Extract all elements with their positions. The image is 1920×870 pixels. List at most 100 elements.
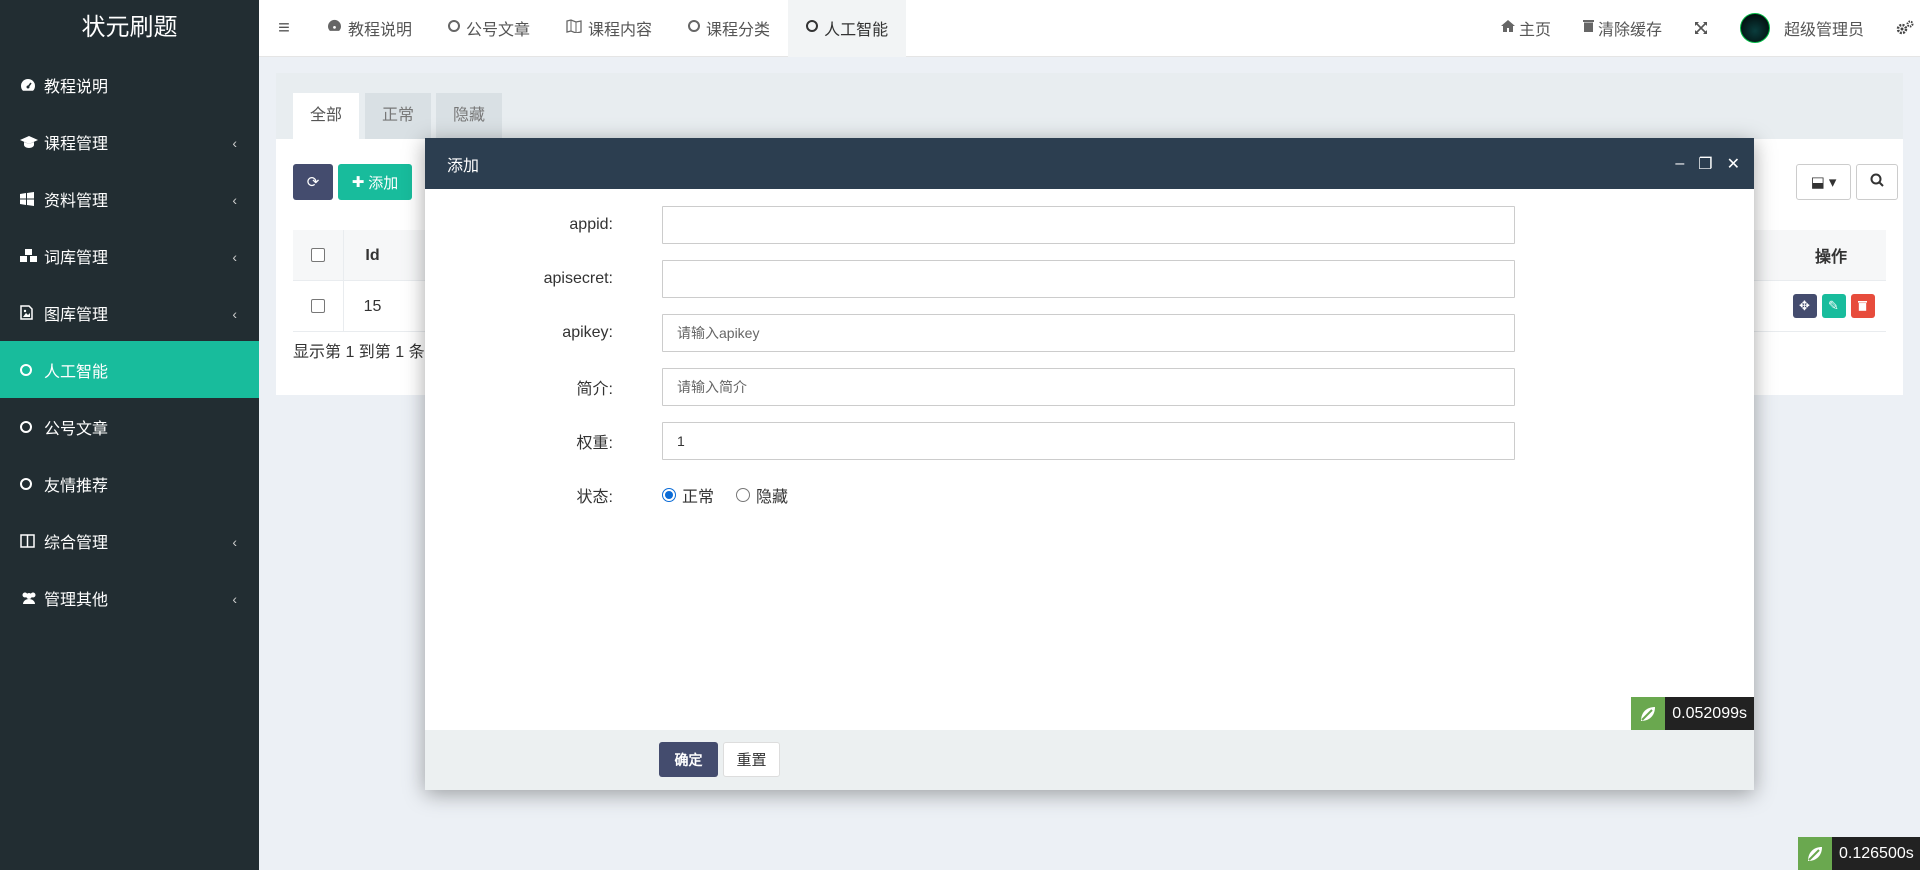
status-hidden-label[interactable]: 隐藏	[756, 483, 788, 507]
status-hidden-radio[interactable]	[736, 488, 751, 502]
tab-course-category[interactable]: 课程分类	[670, 0, 788, 57]
apisecret-label: apisecret:	[543, 270, 613, 287]
app-logo-title[interactable]: 状元刷题	[0, 0, 259, 56]
delete-button[interactable]	[1850, 294, 1875, 318]
sidebar-item-courses[interactable]: 课程管理 ‹	[0, 113, 259, 170]
refresh-button[interactable]: ⟳	[293, 164, 333, 200]
search-toggle-button[interactable]	[1856, 164, 1898, 200]
settings-gears-icon[interactable]	[1880, 0, 1920, 57]
tab-hidden[interactable]: 隐藏	[436, 93, 503, 139]
add-button-label: 添加	[368, 174, 399, 192]
add-dialog: 添加 – ❐ ✕ appid: apisecret: apikey: 简介: 权…	[425, 138, 1754, 790]
tab-label: 教程说明	[348, 22, 413, 39]
trash-icon	[1858, 299, 1867, 314]
chevron-left-icon: ‹	[232, 534, 237, 550]
form-row-apisecret: apisecret:	[425, 260, 1754, 298]
tab-ai[interactable]: 人工智能	[788, 0, 907, 57]
select-all-checkbox[interactable]	[311, 248, 325, 262]
page-load-timer: 0.126500s	[1798, 837, 1920, 870]
dialog-title-bar[interactable]: 添加 – ❐ ✕	[425, 138, 1754, 189]
hamburger-menu-icon[interactable]: ≡	[259, 0, 309, 57]
image-file-icon	[20, 305, 44, 320]
sidebar-item-tutorial[interactable]: 教程说明	[0, 56, 259, 113]
export-dropdown-button[interactable]: ⬓ ▾	[1796, 164, 1851, 200]
form-row-appid: appid:	[425, 206, 1754, 244]
dialog-load-timer: 0.052099s	[1631, 697, 1754, 730]
chevron-left-icon: ‹	[232, 591, 237, 607]
top-right-actions: 主页 清除缓存 超级管理员	[1485, 0, 1920, 57]
username: 超级管理员	[1783, 22, 1864, 39]
weight-input[interactable]	[662, 422, 1515, 460]
top-navbar: ≡ 教程说明 公号文章 课程内容 课程分类 人工智能 主页 清除缓存 超级管理员	[259, 0, 1920, 57]
map-icon	[566, 18, 582, 38]
apisecret-input[interactable]	[662, 260, 1515, 298]
dashboard-icon	[20, 78, 44, 92]
status-radio-group: 正常 隐藏	[662, 483, 788, 507]
tab-course-content[interactable]: 课程内容	[548, 0, 670, 57]
appid-input[interactable]	[662, 206, 1515, 244]
dashboard-icon	[327, 19, 342, 37]
timer-value: 0.052099s	[1672, 704, 1747, 722]
row-id: 15	[343, 280, 401, 332]
status-normal-label[interactable]: 正常	[682, 483, 714, 507]
pencil-icon: ✎	[1828, 298, 1839, 313]
tab-articles[interactable]: 公号文章	[430, 0, 548, 57]
column-header-id[interactable]: Id	[343, 229, 401, 281]
sidebar-item-general[interactable]: 综合管理 ‹	[0, 512, 259, 569]
add-button[interactable]: ✚ 添加	[338, 164, 412, 200]
sidebar-item-gallery[interactable]: 图库管理 ‹	[0, 284, 259, 341]
panel-tabs: 全部 正常 隐藏	[276, 73, 1903, 139]
tab-label: 课程内容	[588, 22, 653, 39]
chevron-left-icon: ‹	[232, 306, 237, 322]
fullscreen-icon[interactable]	[1678, 0, 1724, 57]
chevron-left-icon: ‹	[232, 249, 237, 265]
form-row-intro: 简介:	[425, 368, 1754, 406]
apikey-input[interactable]	[662, 314, 1515, 352]
users-icon	[20, 591, 44, 605]
circle-icon	[688, 19, 701, 37]
export-icon: ⬓ ▾	[1810, 174, 1837, 191]
reset-button[interactable]: 重置	[723, 742, 780, 777]
sidebar-item-label: 人工智能	[44, 363, 109, 381]
minimize-icon[interactable]: –	[1675, 155, 1684, 173]
drag-sort-button[interactable]: ✥	[1792, 294, 1817, 318]
column-header-actions: 操作	[1814, 249, 1847, 266]
timer-value: 0.126500s	[1839, 844, 1914, 862]
sidebar-item-label: 公号文章	[44, 420, 109, 438]
search-icon	[1870, 173, 1884, 191]
intro-input[interactable]	[662, 368, 1515, 406]
intro-label: 简介:	[576, 381, 613, 398]
pagination-summary: 显示第 1 到第 1 条	[293, 344, 425, 361]
confirm-button[interactable]: 确定	[659, 742, 718, 777]
sidebar-item-lexicon[interactable]: 词库管理 ‹	[0, 227, 259, 284]
sidebar-item-materials[interactable]: 资料管理 ‹	[0, 170, 259, 227]
tab-all[interactable]: 全部	[293, 93, 360, 139]
sidebar-item-friends[interactable]: 友情推荐	[0, 455, 259, 512]
columns-icon	[20, 533, 44, 548]
sidebar-item-label: 课程管理	[44, 135, 109, 153]
status-normal-radio[interactable]	[662, 488, 676, 502]
form-row-apikey: apikey:	[425, 314, 1754, 352]
tab-tutorial[interactable]: 教程说明	[309, 0, 430, 57]
tab-normal[interactable]: 正常	[365, 93, 432, 139]
sidebar-item-label: 图库管理	[44, 306, 109, 324]
trash-icon	[1582, 19, 1594, 37]
sidebar-item-label: 综合管理	[44, 534, 109, 552]
clear-cache-link[interactable]: 清除缓存	[1567, 0, 1678, 57]
sidebar-item-label: 词库管理	[44, 249, 109, 267]
windows-icon	[20, 191, 44, 206]
edit-button[interactable]: ✎	[1821, 294, 1846, 318]
maximize-icon[interactable]: ❐	[1698, 154, 1712, 174]
user-menu[interactable]: 超级管理员	[1724, 0, 1880, 57]
sidebar-item-ai[interactable]: 人工智能	[0, 341, 259, 398]
sidebar-item-other[interactable]: 管理其他 ‹	[0, 569, 259, 626]
sidebar-item-articles[interactable]: 公号文章	[0, 398, 259, 455]
plus-icon: ✚	[351, 174, 365, 191]
home-link[interactable]: 主页	[1485, 0, 1567, 57]
sidebar-item-label: 资料管理	[44, 192, 109, 210]
tab-label: 人工智能	[824, 22, 889, 39]
form-row-weight: 权重:	[425, 422, 1754, 460]
row-checkbox[interactable]	[311, 299, 325, 313]
sidebar-item-label: 管理其他	[44, 591, 109, 609]
close-icon[interactable]: ✕	[1727, 154, 1740, 174]
